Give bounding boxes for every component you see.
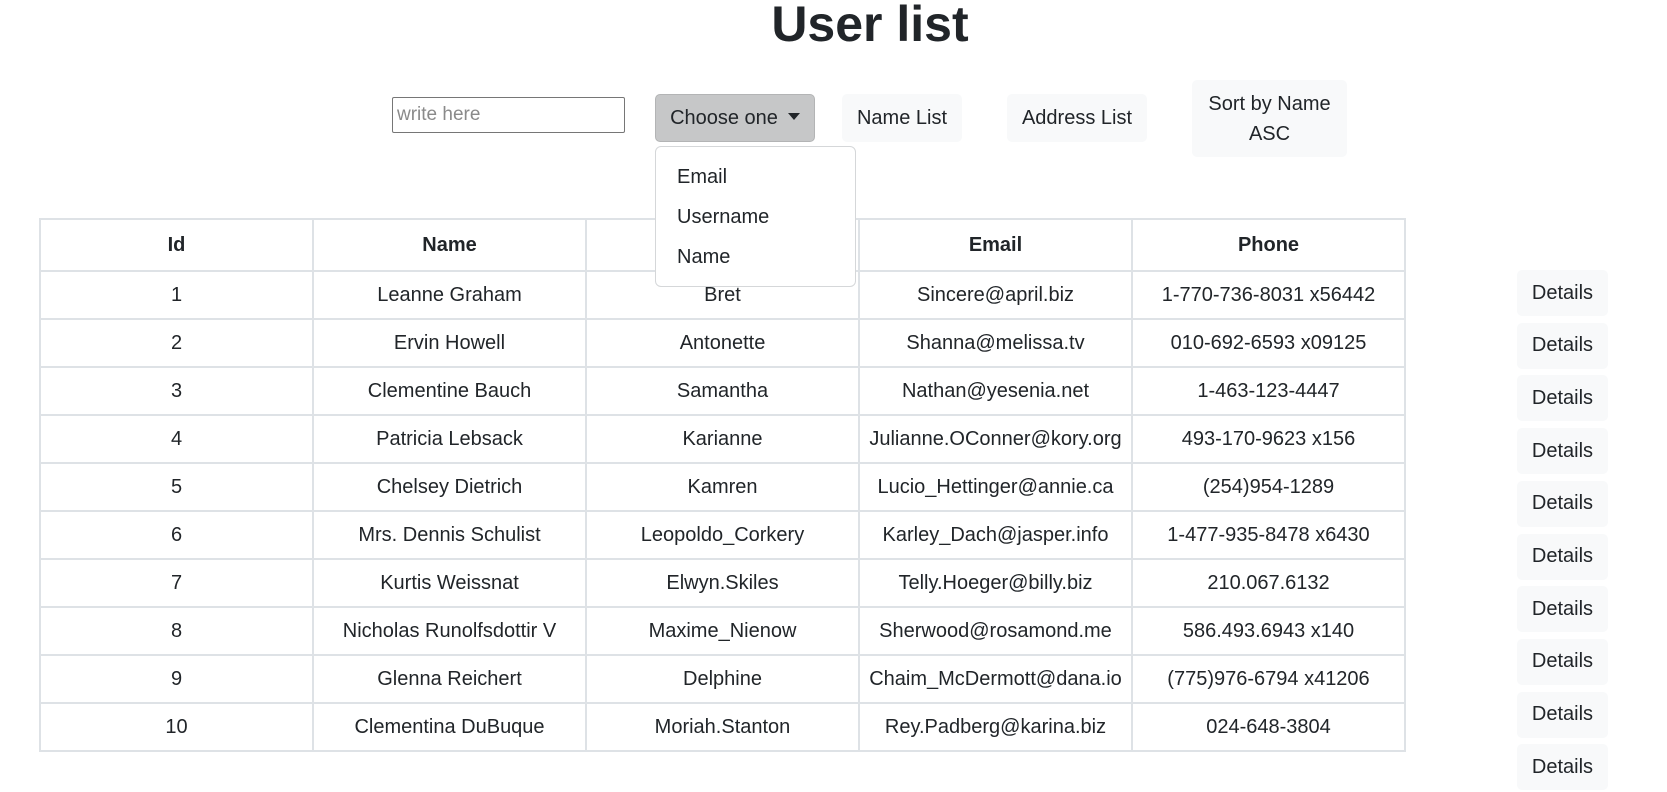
user-table: Id Name Username Email Phone 1Leanne Gra…: [39, 218, 1406, 752]
table-row: 10 Clementina DuBuque Moriah.Stanton Rey.Pa…: [39, 702, 1406, 752]
cell-id: 4: [39, 414, 314, 464]
cell-username: Leopoldo_Corkery: [585, 510, 860, 560]
column-header-email: Email: [858, 218, 1133, 272]
details-button[interactable]: Details: [1517, 270, 1608, 316]
page: User list Choose one Name List Address L…: [0, 0, 1667, 792]
cell-phone: (775)976-6794 x41206: [1131, 654, 1406, 704]
cell-email: Sherwood@rosamond.me: [858, 606, 1133, 656]
cell-username: Moriah.Stanton: [585, 702, 860, 752]
cell-phone: 010-692-6593 x09125: [1131, 318, 1406, 368]
choose-one-dropdown-button[interactable]: Choose one: [655, 94, 815, 142]
details-button[interactable]: Details: [1517, 533, 1608, 580]
cell-id: 10: [39, 702, 314, 752]
sort-by-name-button[interactable]: Sort by Name ASC: [1192, 80, 1347, 157]
cell-username: Delphine: [585, 654, 860, 704]
cell-name: Clementine Bauch: [312, 366, 587, 416]
dropdown-label: Choose one: [670, 106, 778, 129]
cell-email: Telly.Hoeger@billy.biz: [858, 558, 1133, 608]
dropdown-option-email[interactable]: Email: [656, 157, 855, 197]
table-row: 9 Glenna Reichert Delphine Chaim_McDermott@…: [39, 654, 1406, 704]
search-input[interactable]: [392, 97, 625, 133]
cell-name: Kurtis Weissnat: [312, 558, 587, 608]
page-title: User list: [771, 0, 969, 52]
name-list-button[interactable]: Name List: [842, 94, 962, 142]
table-row: 8 Nicholas Runolfsdottir V Maxime_Nienow Sh…: [39, 606, 1406, 656]
table-row: 5 Chelsey Dietrich Kamren Lucio_Hettinger@a…: [39, 462, 1406, 512]
cell-phone: 024-648-3804: [1131, 702, 1406, 752]
cell-name: Glenna Reichert: [312, 654, 587, 704]
cell-id: 2: [39, 318, 314, 368]
table-row: 6 Mrs. Dennis Schulist Leopoldo_Corkery Kar…: [39, 510, 1406, 560]
cell-phone: (254)954-1289: [1131, 462, 1406, 512]
cell-name: Chelsey Dietrich: [312, 462, 587, 512]
cell-username: Samantha: [585, 366, 860, 416]
cell-email: Julianne.OConner@kory.org: [858, 414, 1133, 464]
cell-username: Antonette: [585, 318, 860, 368]
cell-name: Mrs. Dennis Schulist: [312, 510, 587, 560]
cell-id: 3: [39, 366, 314, 416]
cell-phone: 1-477-935-8478 x6430: [1131, 510, 1406, 560]
dropdown-option-username[interactable]: Username: [656, 197, 855, 237]
table-row: 3 Clementine Bauch Samantha Nathan@yesenia.…: [39, 366, 1406, 416]
cell-id: 6: [39, 510, 314, 560]
details-button[interactable]: Details: [1517, 375, 1608, 422]
cell-phone: 1-770-736-8031 x56442: [1131, 270, 1406, 320]
cell-id: 5: [39, 462, 314, 512]
details-button[interactable]: Details: [1517, 428, 1608, 475]
column-header-name: Name: [312, 218, 587, 272]
details-button[interactable]: Details: [1517, 691, 1608, 738]
cell-email: Nathan@yesenia.net: [858, 366, 1133, 416]
table-row: 7 Kurtis Weissnat Elwyn.Skiles Telly.Hoeger…: [39, 558, 1406, 608]
cell-name: Clementina DuBuque: [312, 702, 587, 752]
cell-phone: 493-170-9623 x156: [1131, 414, 1406, 464]
column-header-id: Id: [39, 218, 314, 272]
column-header-phone: Phone: [1131, 218, 1406, 272]
details-button[interactable]: Details: [1517, 480, 1608, 527]
table-row: 2 Ervin Howell Antonette Shanna@melissa.tv 0…: [39, 318, 1406, 368]
cell-phone: 210.067.6132: [1131, 558, 1406, 608]
cell-email: Shanna@melissa.tv: [858, 318, 1133, 368]
details-button[interactable]: Details: [1517, 638, 1608, 685]
cell-email: Karley_Dach@jasper.info: [858, 510, 1133, 560]
table-row: 4 Patricia Lebsack Karianne Julianne.OConne…: [39, 414, 1406, 464]
dropdown-option-name[interactable]: Name: [656, 237, 855, 277]
details-button[interactable]: Details: [1517, 586, 1608, 633]
cell-name: Patricia Lebsack: [312, 414, 587, 464]
dropdown-menu: Email Username Name: [655, 146, 856, 287]
cell-username: Elwyn.Skiles: [585, 558, 860, 608]
cell-id: 7: [39, 558, 314, 608]
details-button[interactable]: Details: [1517, 744, 1608, 791]
cell-phone: 1-463-123-4447: [1131, 366, 1406, 416]
cell-name: Leanne Graham: [312, 270, 587, 320]
cell-name: Nicholas Runolfsdottir V: [312, 606, 587, 656]
cell-username: Maxime_Nienow: [585, 606, 860, 656]
address-list-button[interactable]: Address List: [1007, 94, 1147, 142]
cell-phone: 586.493.6943 x140: [1131, 606, 1406, 656]
cell-username: Kamren: [585, 462, 860, 512]
cell-email: Sincere@april.biz: [858, 270, 1133, 320]
cell-id: 1: [39, 270, 314, 320]
details-button[interactable]: Details: [1517, 322, 1608, 369]
cell-id: 8: [39, 606, 314, 656]
cell-name: Ervin Howell: [312, 318, 587, 368]
cell-email: Rey.Padberg@karina.biz: [858, 702, 1133, 752]
cell-email: Lucio_Hettinger@annie.ca: [858, 462, 1133, 512]
cell-username: Karianne: [585, 414, 860, 464]
caret-down-icon: [787, 112, 800, 120]
cell-email: Chaim_McDermott@dana.io: [858, 654, 1133, 704]
cell-id: 9: [39, 654, 314, 704]
